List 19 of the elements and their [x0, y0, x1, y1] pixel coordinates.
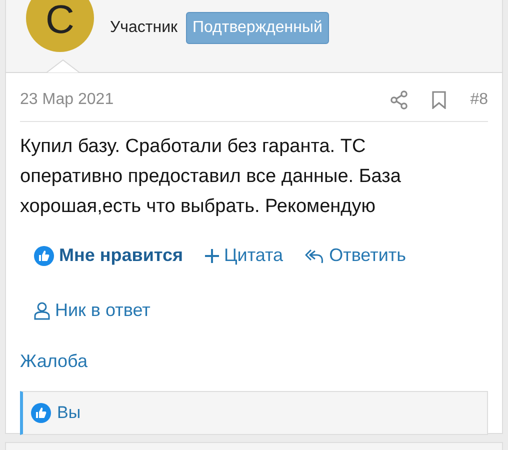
plus-icon: [204, 248, 219, 262]
mention-button[interactable]: Ник в ответ: [34, 297, 150, 324]
user-icon: [34, 302, 50, 320]
post-date[interactable]: 23 Мар 2021: [20, 88, 114, 112]
like-button[interactable]: Мне нравится: [34, 242, 183, 269]
reply-button[interactable]: Ответить: [305, 242, 406, 269]
likers-text[interactable]: Вы: [57, 400, 81, 426]
like-icon: [31, 403, 51, 423]
share-icon[interactable]: [390, 90, 408, 110]
avatar[interactable]: С: [26, 0, 94, 52]
post-text: Купил базу. Сработали без гаранта. ТС оперативно предоставил все данные. База хорошая,есть что выбрать. Рекомендую: [20, 135, 402, 219]
report-link[interactable]: Жалоба: [20, 351, 88, 371]
bookmark-icon[interactable]: [432, 90, 446, 108]
reply-icon: [305, 248, 324, 264]
user-title-badge: Подтвержденный: [186, 12, 330, 44]
user-role: Участник: [110, 18, 178, 38]
post-number[interactable]: #8: [470, 88, 488, 112]
quote-button[interactable]: Цитата: [204, 242, 284, 269]
like-icon: [34, 246, 54, 266]
